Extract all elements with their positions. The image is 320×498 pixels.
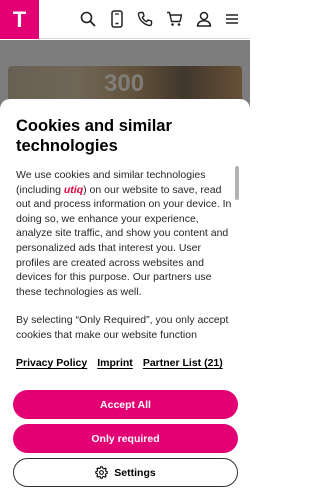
cart-icon[interactable]	[164, 9, 184, 29]
dialog-title: Cookies and similar technologies	[16, 117, 172, 155]
partner-list-link[interactable]: Partner List (21)	[143, 357, 223, 369]
menu-icon[interactable]	[222, 9, 242, 29]
paragraph-1-body: ) on our website to save, read out and p…	[16, 183, 232, 298]
consent-paragraph-1: We use cookies and similar technologies …	[16, 168, 232, 299]
site-header: T	[0, 0, 250, 39]
imprint-link[interactable]: Imprint	[97, 357, 133, 369]
search-icon[interactable]	[78, 9, 98, 29]
only-required-label: Only required	[91, 432, 160, 445]
cookie-consent-dialog: Cookies and similar technologies We use …	[0, 99, 250, 498]
consent-text-scroll-area[interactable]: We use cookies and similar technologies …	[16, 168, 232, 343]
scrollbar-thumb[interactable]	[235, 166, 239, 200]
utiq-logo: utiq	[63, 183, 84, 196]
privacy-policy-link[interactable]: Privacy Policy	[16, 357, 87, 369]
settings-button[interactable]: Settings	[13, 458, 238, 487]
consent-paragraph-2: By selecting “Only Required”, you only a…	[16, 314, 229, 341]
settings-label: Settings	[114, 466, 156, 479]
only-required-button[interactable]: Only required	[13, 424, 238, 453]
telekom-logo[interactable]: T	[0, 0, 39, 39]
logo-text: T	[12, 6, 27, 32]
accept-all-button[interactable]: Accept All	[13, 390, 238, 419]
phone-icon[interactable]	[135, 9, 155, 29]
accept-all-label: Accept All	[100, 398, 151, 411]
consent-links: Privacy Policy Imprint Partner List (21)	[16, 357, 236, 369]
user-icon[interactable]	[194, 9, 214, 29]
gear-icon	[95, 466, 108, 479]
smartphone-icon[interactable]	[107, 9, 127, 29]
